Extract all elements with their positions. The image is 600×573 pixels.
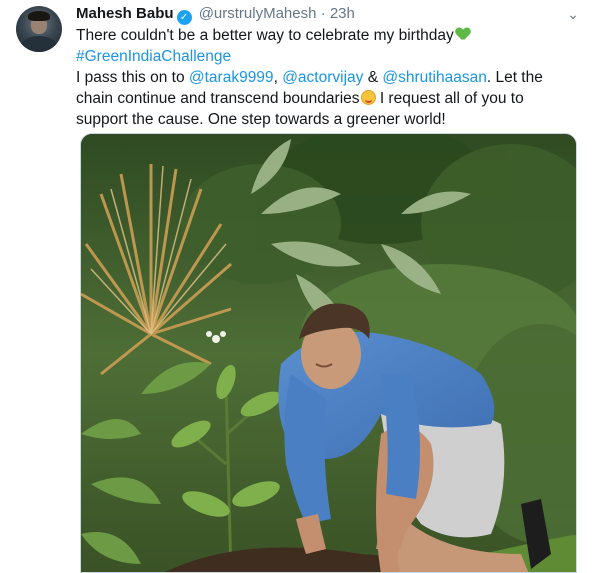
tweet-line-3: I pass this on to @tarak9999, @actorvija… — [76, 67, 570, 130]
verified-badge-icon: ✓ — [176, 10, 192, 25]
separator-dot: · — [320, 5, 326, 22]
mention-link-shruti[interactable]: @shrutihaasan — [382, 69, 487, 86]
avatar-hair — [28, 11, 50, 21]
tweet-header: Mahesh Babu ✓ @urstrulyMahesh · 23h — [76, 4, 586, 25]
avatar-shoulders — [20, 36, 58, 52]
amp-text: & — [363, 69, 383, 86]
tweet-timestamp[interactable]: 23h — [330, 5, 355, 22]
tweet-line-1: There couldn't be a better way to celebr… — [76, 25, 570, 46]
tweet-line-2: #GreenIndiaChallenge — [76, 46, 570, 67]
hashtag-link[interactable]: #GreenIndiaChallenge — [76, 48, 231, 65]
tweet[interactable]: ⌄ Mahesh Babu ✓ @urstrulyMahesh · 23h The… — [0, 0, 600, 573]
author-name[interactable]: Mahesh Babu — [76, 5, 174, 22]
profile-avatar[interactable] — [16, 6, 62, 52]
green-heart-emoji — [456, 28, 470, 41]
tweet-text: There couldn't be a better way to celebr… — [76, 25, 570, 130]
tweet-content: Mahesh Babu ✓ @urstrulyMahesh · 23h There… — [76, 4, 586, 130]
mention-link-vijay[interactable]: @actorvijay — [282, 69, 363, 86]
birthday-text: There couldn't be a better way to celebr… — [76, 27, 454, 44]
mention-link-tarak[interactable]: @tarak9999 — [189, 69, 274, 86]
smiling-face-emoji — [360, 90, 376, 105]
tweet-photo[interactable] — [80, 133, 577, 573]
comma-text: , — [273, 69, 283, 86]
author-handle[interactable]: @urstrulyMahesh — [199, 5, 317, 22]
pass-text: I pass this on to — [76, 69, 189, 86]
garden-photo-illustration — [81, 134, 576, 572]
